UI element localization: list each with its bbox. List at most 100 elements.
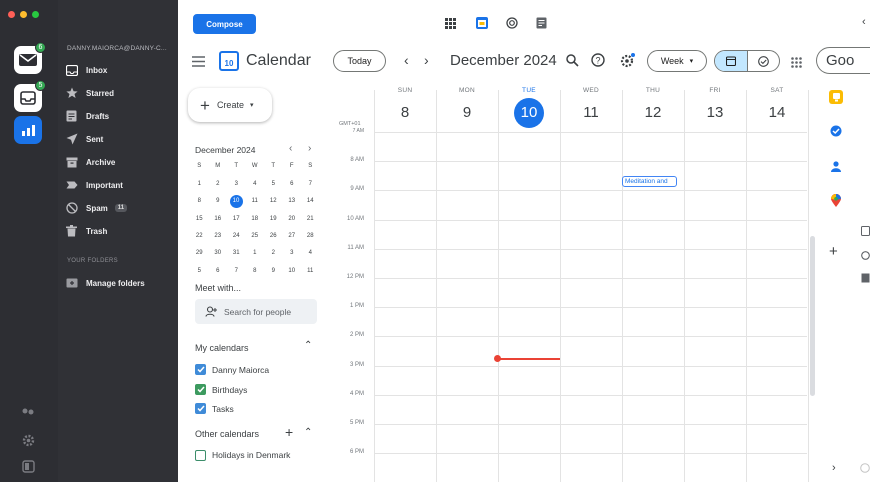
- main-menu-icon[interactable]: [192, 54, 205, 72]
- mini-day[interactable]: 20: [283, 216, 302, 222]
- mini-day[interactable]: 10: [283, 268, 302, 274]
- mini-day[interactable]: 2: [209, 181, 228, 187]
- mini-day[interactable]: 18: [246, 216, 265, 222]
- search-icon[interactable]: [566, 54, 579, 72]
- settings-icon[interactable]: [620, 53, 635, 73]
- mini-day[interactable]: 17: [227, 216, 246, 222]
- mini-day[interactable]: 11: [301, 268, 320, 274]
- mini-day-today[interactable]: 10: [229, 195, 243, 209]
- help-icon[interactable]: ?: [591, 53, 605, 72]
- collapse-other-calendars-icon[interactable]: ⌃: [304, 427, 312, 438]
- mini-day[interactable]: 29: [190, 250, 209, 256]
- mini-day[interactable]: 12: [264, 198, 283, 204]
- chatgpt-icon[interactable]: [506, 16, 518, 29]
- mini-day[interactable]: 23: [209, 233, 228, 239]
- settings-gear-icon[interactable]: [20, 432, 36, 448]
- calendar-checkbox-danny-maiorca[interactable]: [195, 364, 206, 375]
- google-apps-icon[interactable]: [791, 55, 802, 73]
- mini-day[interactable]: 30: [209, 250, 228, 256]
- vertical-scrollbar[interactable]: [810, 236, 815, 396]
- day-number[interactable]: 13: [684, 104, 746, 121]
- notes-icon[interactable]: [536, 16, 548, 29]
- search-people-input[interactable]: Search for people: [195, 299, 317, 324]
- edge-document-icon[interactable]: [861, 270, 870, 288]
- mini-day[interactable]: 15: [190, 216, 209, 222]
- today-button[interactable]: Today: [333, 50, 386, 72]
- folder-spam[interactable]: Spam 11: [65, 199, 177, 217]
- google-account-button[interactable]: Goo: [816, 47, 870, 74]
- mini-day[interactable]: 14: [301, 198, 320, 204]
- expand-panel-chevron-icon[interactable]: ›: [832, 462, 836, 474]
- people-icon[interactable]: [20, 404, 36, 420]
- calendar-view-toggle[interactable]: [715, 51, 747, 71]
- close-window-dot[interactable]: [8, 11, 15, 18]
- mini-day[interactable]: 22: [190, 233, 209, 239]
- collapse-my-calendars-icon[interactable]: ⌃: [304, 340, 312, 351]
- folder-starred[interactable]: Starred: [65, 84, 177, 102]
- mini-day[interactable]: 9: [209, 198, 228, 204]
- mini-day[interactable]: 2: [264, 250, 283, 256]
- day-number[interactable]: 8: [374, 104, 436, 121]
- mini-day[interactable]: 7: [227, 268, 246, 274]
- mini-prev-month-icon[interactable]: ‹: [289, 143, 292, 154]
- mini-day[interactable]: 3: [283, 250, 302, 256]
- next-week-icon[interactable]: ›: [424, 52, 429, 68]
- mini-day[interactable]: 28: [301, 233, 320, 239]
- tasks-icon[interactable]: [829, 124, 843, 138]
- mini-day[interactable]: 7: [301, 181, 320, 187]
- day-number[interactable]: 12: [622, 104, 684, 121]
- mini-day[interactable]: 31: [227, 250, 246, 256]
- account-avatar-2[interactable]: 5: [14, 80, 46, 112]
- calendar-tab-icon[interactable]: [476, 16, 488, 29]
- mini-day[interactable]: 5: [190, 268, 209, 274]
- create-button[interactable]: + Create ▾: [188, 88, 272, 122]
- add-other-calendar-icon[interactable]: +: [285, 424, 293, 440]
- mini-day[interactable]: 8: [246, 268, 265, 274]
- compose-button[interactable]: Compose: [193, 14, 256, 34]
- mini-day[interactable]: 26: [264, 233, 283, 239]
- day-number[interactable]: 11: [560, 104, 622, 121]
- mini-day[interactable]: 6: [209, 268, 228, 274]
- event-chip[interactable]: Meditation and: [622, 176, 677, 187]
- mini-day[interactable]: 4: [246, 181, 265, 187]
- manage-folders-link[interactable]: Manage folders: [65, 274, 177, 292]
- mini-day[interactable]: 3: [227, 181, 246, 187]
- mini-day[interactable]: 27: [283, 233, 302, 239]
- maps-icon[interactable]: [829, 193, 843, 207]
- day-number[interactable]: 14: [746, 104, 808, 121]
- minimize-window-dot[interactable]: [20, 11, 27, 18]
- mini-day[interactable]: 1: [246, 250, 265, 256]
- folder-important[interactable]: Important: [65, 176, 177, 194]
- mini-day[interactable]: 24: [227, 233, 246, 239]
- folder-archive[interactable]: Archive: [65, 153, 177, 171]
- add-addon-icon[interactable]: +: [829, 243, 838, 260]
- folder-inbox[interactable]: Inbox: [65, 61, 177, 79]
- folder-drafts[interactable]: Drafts: [65, 107, 177, 125]
- mini-day[interactable]: 8: [190, 198, 209, 204]
- folder-trash[interactable]: Trash: [65, 222, 177, 240]
- mini-day[interactable]: 19: [264, 216, 283, 222]
- mini-day[interactable]: 13: [283, 198, 302, 204]
- mini-day[interactable]: 16: [209, 216, 228, 222]
- edge-notes-icon[interactable]: [861, 223, 870, 241]
- tasks-view-toggle[interactable]: [746, 51, 779, 71]
- view-select[interactable]: Week ▾: [647, 50, 707, 72]
- apps-grid-icon[interactable]: [445, 16, 457, 29]
- mini-day[interactable]: 9: [264, 268, 283, 274]
- mini-next-month-icon[interactable]: ›: [308, 143, 311, 154]
- collapse-chevron-icon[interactable]: ‹: [862, 16, 866, 28]
- mini-day[interactable]: 25: [246, 233, 265, 239]
- mini-day[interactable]: 5: [264, 181, 283, 187]
- edge-chatgpt-icon[interactable]: [861, 247, 870, 265]
- mini-day[interactable]: 11: [246, 198, 265, 204]
- account-avatar-3[interactable]: [14, 116, 42, 144]
- keep-icon[interactable]: [829, 90, 843, 104]
- zoom-window-dot[interactable]: [32, 11, 39, 18]
- folder-sent[interactable]: Sent: [65, 130, 177, 148]
- account-avatar-1[interactable]: 6: [14, 42, 46, 74]
- day-number-today[interactable]: 10: [514, 98, 544, 128]
- previous-week-icon[interactable]: ‹: [404, 52, 409, 68]
- mini-day[interactable]: 6: [283, 181, 302, 187]
- calendar-checkbox-birthdays[interactable]: [195, 384, 206, 395]
- mini-day[interactable]: 21: [301, 216, 320, 222]
